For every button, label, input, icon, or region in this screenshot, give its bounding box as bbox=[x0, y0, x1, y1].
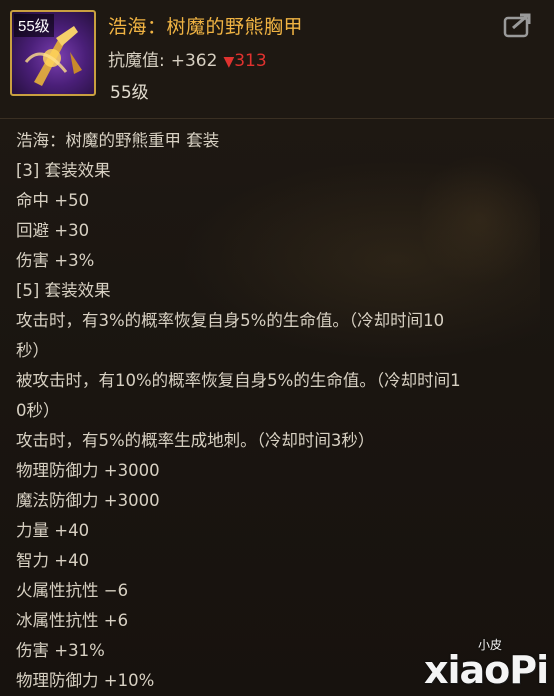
stat-value: +362 bbox=[170, 51, 218, 71]
share-icon[interactable] bbox=[503, 12, 533, 38]
description-line: 火属性抗性 −6 bbox=[16, 581, 129, 600]
down-arrow-icon: ▼ bbox=[223, 54, 235, 70]
description-line: 回避 +30 bbox=[16, 221, 90, 240]
description-line: 被攻击时，有10%的概率恢复自身5%的生命值。（冷却时间1 bbox=[16, 371, 461, 390]
magic-resist-stat: 抗魔值: +362 ▼313 bbox=[108, 46, 267, 71]
description-line: [3] 套装效果 bbox=[16, 161, 111, 180]
description-line: 冰属性抗性 +6 bbox=[16, 611, 129, 630]
description-line: 攻击时，有3%的概率恢复自身5%的生命值。（冷却时间10 bbox=[16, 311, 445, 330]
required-level: 55级 bbox=[110, 83, 149, 103]
description-line: 秒） bbox=[16, 341, 49, 360]
item-level-badge: 55级 bbox=[14, 14, 54, 37]
description-line: 力量 +40 bbox=[16, 521, 90, 540]
item-header: 55级 浩海：树魔的野熊胸甲 抗魔值: +362 ▼313 55级 bbox=[0, 0, 554, 119]
description-line: 物理防御力 +3000 bbox=[16, 461, 160, 480]
stat-label: 抗魔值: bbox=[108, 51, 165, 71]
stat-diff: 313 bbox=[234, 51, 267, 71]
description-line: 0秒） bbox=[16, 401, 60, 420]
watermark-text: xiaoPi bbox=[424, 648, 549, 692]
watermark-logo: 小皮 xiaoPi bbox=[408, 634, 549, 692]
description-line: 浩海：树魔的野熊重甲 套装 bbox=[16, 131, 220, 150]
item-tooltip-panel: 55级 浩海：树魔的野熊胸甲 抗魔值: +362 ▼313 55级 浩海：树魔的野熊… bbox=[0, 0, 554, 696]
description-line: 智力 +40 bbox=[16, 551, 90, 570]
description-line: 伤害 +3% bbox=[16, 251, 95, 270]
description-line: 魔法防御力 +3000 bbox=[16, 491, 160, 510]
item-title: 浩海：树魔的野熊胸甲 bbox=[108, 16, 304, 38]
description-line: 命中 +50 bbox=[16, 191, 90, 210]
set-description: 浩海：树魔的野熊重甲 套装 [3] 套装效果 命中 +50 回避 +30 伤害 +3% [… bbox=[16, 126, 546, 696]
description-line: 攻击时，有5%的概率生成地刺。（冷却时间3秒） bbox=[16, 431, 375, 450]
description-line: [5] 套装效果 bbox=[16, 281, 111, 300]
item-armor-icon[interactable]: 55级 bbox=[10, 10, 96, 96]
